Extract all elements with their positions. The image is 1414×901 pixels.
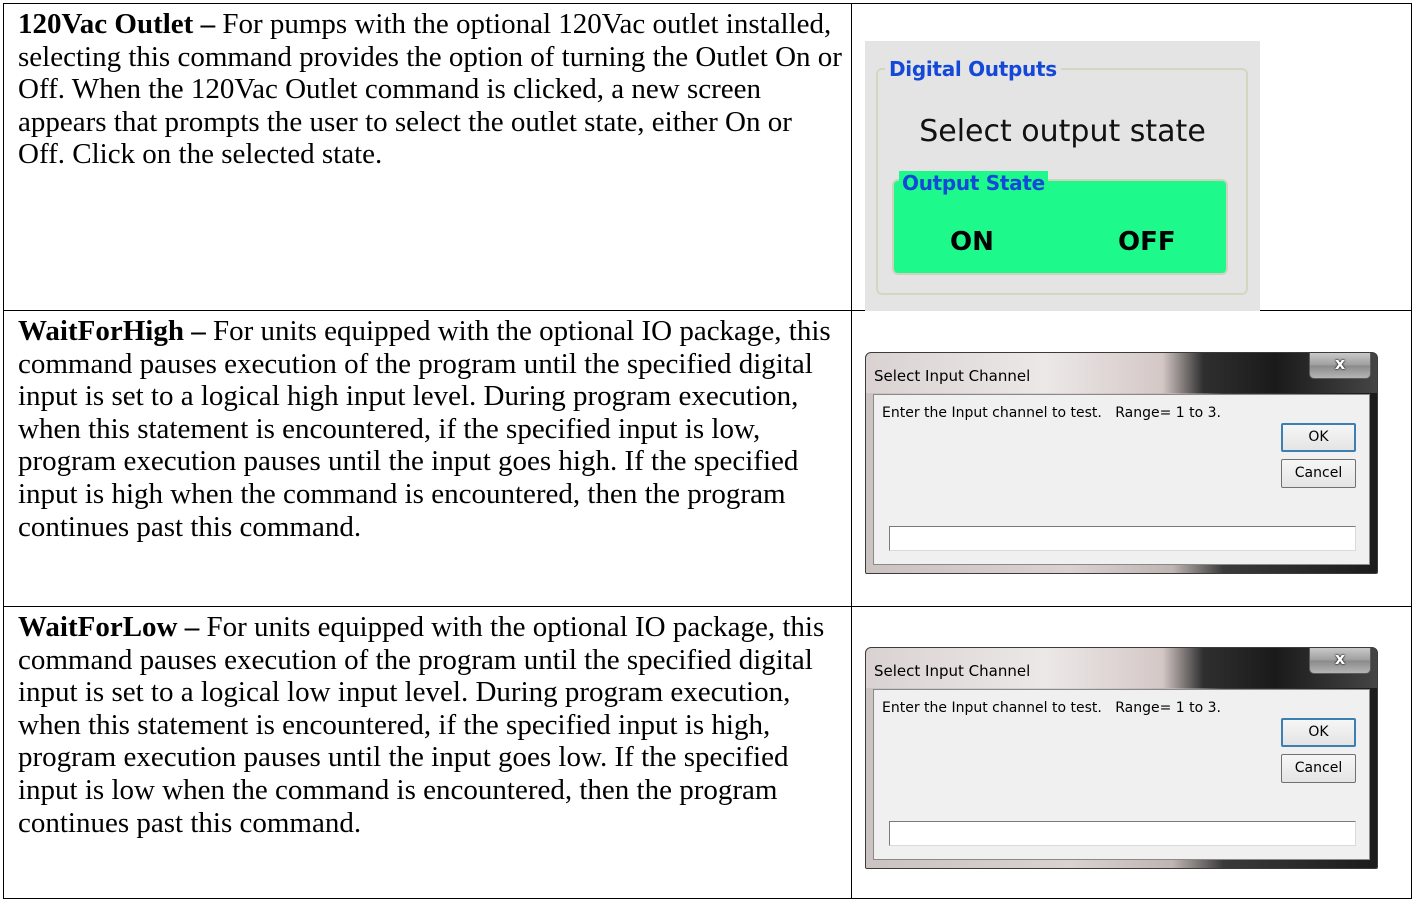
table-row: WaitForHigh – For units equipped with th…: [3, 310, 1412, 607]
dialog-body: Enter the Input channel to test. Range= …: [873, 394, 1370, 565]
ok-button[interactable]: OK: [1281, 718, 1356, 747]
ok-button[interactable]: OK: [1281, 423, 1356, 452]
description-cell: WaitForHigh – For units equipped with th…: [3, 310, 852, 607]
command-term: WaitForLow –: [18, 611, 200, 643]
table-row: 120Vac Outlet – For pumps with the optio…: [3, 3, 1412, 311]
screenshot-cell: Digital Outputs Select output state Outp…: [851, 3, 1412, 311]
description-cell: WaitForLow – For units equipped with the…: [3, 606, 852, 899]
screenshot-cell: Select Input Channel x Enter the Input c…: [851, 310, 1412, 607]
off-button[interactable]: OFF: [1118, 227, 1176, 257]
close-icon[interactable]: x: [1309, 648, 1371, 674]
screenshot-cell: Select Input Channel x Enter the Input c…: [851, 606, 1412, 899]
dialog-body: Enter the Input channel to test. Range= …: [873, 689, 1370, 860]
digital-outputs-panel: Digital Outputs Select output state Outp…: [865, 41, 1260, 311]
command-description: WaitForLow – For units equipped with the…: [4, 607, 851, 839]
dialog-prompt: Enter the Input channel to test. Range= …: [882, 405, 1221, 421]
select-input-channel-dialog: Select Input Channel x Enter the Input c…: [865, 352, 1378, 574]
command-table: 120Vac Outlet – For pumps with the optio…: [3, 3, 1412, 899]
dialog-title: Select Input Channel: [874, 662, 1031, 680]
command-text: For units equipped with the optional IO …: [18, 611, 825, 839]
command-term: WaitForHigh –: [18, 315, 206, 347]
command-text: For units equipped with the optional IO …: [18, 315, 831, 543]
input-channel-field[interactable]: [889, 821, 1356, 846]
table-row: WaitForLow – For units equipped with the…: [3, 606, 1412, 899]
close-icon[interactable]: x: [1309, 353, 1371, 379]
dialog-title: Select Input Channel: [874, 367, 1031, 385]
input-channel-field[interactable]: [889, 526, 1356, 551]
digital-outputs-title: Digital Outputs: [885, 57, 1061, 81]
command-description: 120Vac Outlet – For pumps with the optio…: [4, 4, 851, 171]
cancel-button[interactable]: Cancel: [1281, 459, 1356, 488]
cancel-button[interactable]: Cancel: [1281, 754, 1356, 783]
output-state-prompt: Select output state: [919, 114, 1206, 149]
command-description: WaitForHigh – For units equipped with th…: [4, 311, 851, 543]
description-cell: 120Vac Outlet – For pumps with the optio…: [3, 3, 852, 311]
output-state-title: Output State: [899, 171, 1048, 195]
command-term: 120Vac Outlet –: [18, 8, 216, 40]
dialog-prompt: Enter the Input channel to test. Range= …: [882, 700, 1221, 716]
on-button[interactable]: ON: [950, 227, 994, 257]
select-input-channel-dialog: Select Input Channel x Enter the Input c…: [865, 647, 1378, 869]
